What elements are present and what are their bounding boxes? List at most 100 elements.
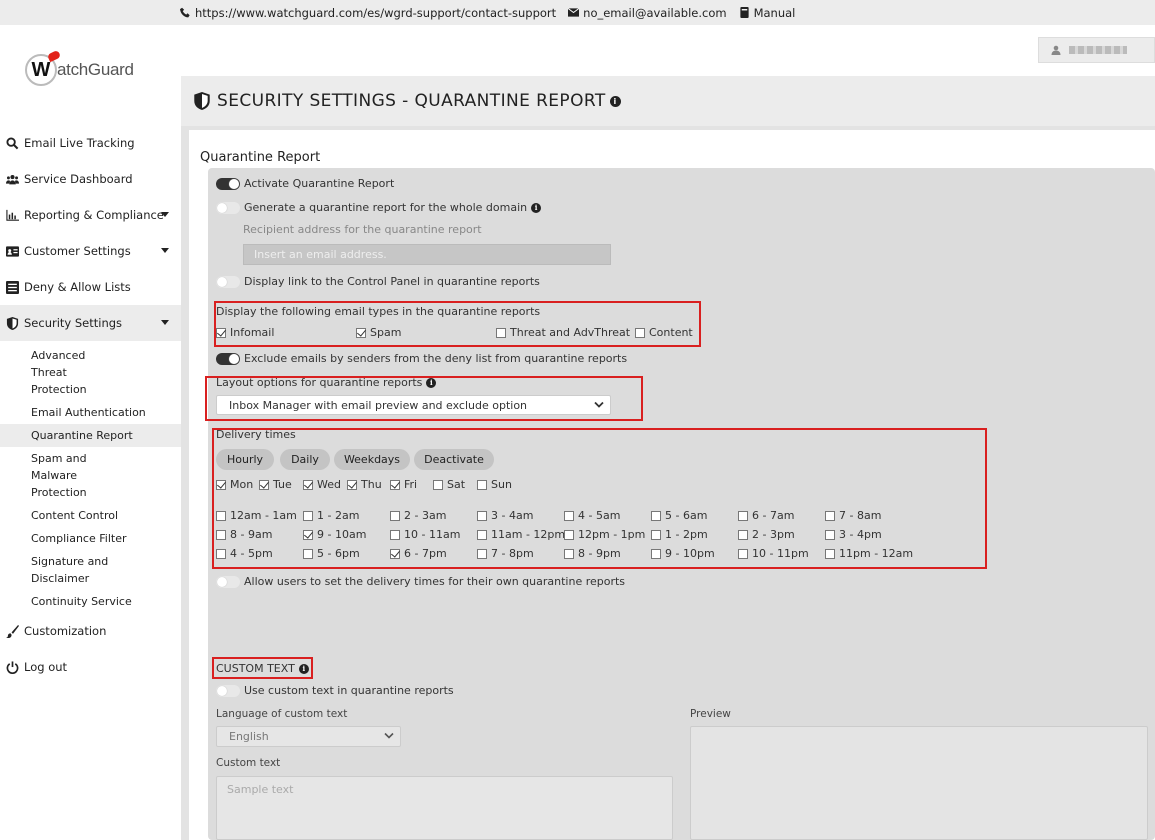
day-mon[interactable]: Mon <box>216 478 253 491</box>
email-type-threat[interactable]: Threat and AdvThreat <box>496 326 630 339</box>
time-checkbox[interactable] <box>651 529 661 540</box>
time-slot[interactable]: 6 - 7pm <box>390 547 447 560</box>
sidebar-sub-spam-malware-protection[interactable]: Spam and Malware Protection <box>0 447 120 504</box>
time-slot[interactable]: 7 - 8am <box>825 509 881 522</box>
time-slot[interactable]: 5 - 6am <box>651 509 707 522</box>
day-sat[interactable]: Sat <box>433 478 465 491</box>
time-slot[interactable]: 8 - 9pm <box>564 547 621 560</box>
time-checkbox[interactable] <box>825 548 835 559</box>
sidebar-item-deny-allow-lists[interactable]: Deny & Allow Lists <box>0 269 181 305</box>
time-checkbox[interactable] <box>390 548 400 559</box>
activate-toggle[interactable] <box>216 177 240 190</box>
sidebar-item-security-settings[interactable]: Security Settings <box>0 305 181 341</box>
day-fri[interactable]: Fri <box>390 478 417 491</box>
time-checkbox[interactable] <box>564 548 574 559</box>
time-slot[interactable]: 7 - 8pm <box>477 547 534 560</box>
day-tue[interactable]: Tue <box>259 478 292 491</box>
deactivate-button[interactable]: Deactivate <box>414 449 494 470</box>
time-slot[interactable]: 12am - 1am <box>216 509 297 522</box>
email-type-content[interactable]: Content <box>635 326 693 339</box>
time-slot[interactable]: 10 - 11pm <box>738 547 809 560</box>
content-checkbox[interactable] <box>635 327 645 338</box>
info-icon[interactable]: i <box>531 202 542 213</box>
day-checkbox[interactable] <box>390 479 400 490</box>
time-slot[interactable]: 12pm - 1pm <box>564 528 645 541</box>
daily-button[interactable]: Daily <box>280 449 330 470</box>
time-slot[interactable]: 2 - 3am <box>390 509 446 522</box>
recipient-input[interactable]: Insert an email address. <box>243 244 611 265</box>
sidebar-sub-signature-disclaimer[interactable]: Signature and Disclaimer <box>0 550 110 590</box>
time-checkbox[interactable] <box>477 510 487 521</box>
time-checkbox[interactable] <box>303 548 313 559</box>
day-checkbox[interactable] <box>303 479 313 490</box>
use-custom-text-toggle[interactable] <box>216 684 240 697</box>
whole-domain-toggle[interactable] <box>216 201 240 214</box>
day-checkbox[interactable] <box>216 479 226 490</box>
day-checkbox[interactable] <box>347 479 357 490</box>
time-checkbox[interactable] <box>825 529 835 540</box>
threat-checkbox[interactable] <box>496 327 506 338</box>
sidebar-sub-content-control[interactable]: Content Control <box>0 504 181 527</box>
time-slot[interactable]: 4 - 5pm <box>216 547 273 560</box>
support-link[interactable]: https://www.watchguard.com/es/wgrd-suppo… <box>180 6 556 20</box>
time-slot[interactable]: 10 - 11am <box>390 528 460 541</box>
time-slot[interactable]: 9 - 10pm <box>651 547 715 560</box>
sidebar-sub-email-authentication[interactable]: Email Authentication <box>0 401 181 424</box>
day-checkbox[interactable] <box>259 479 269 490</box>
time-checkbox[interactable] <box>825 510 835 521</box>
infomail-checkbox[interactable] <box>216 327 226 338</box>
time-checkbox[interactable] <box>564 510 574 521</box>
time-checkbox[interactable] <box>216 529 226 540</box>
time-slot[interactable]: 8 - 9am <box>216 528 272 541</box>
day-sun[interactable]: Sun <box>477 478 512 491</box>
time-checkbox[interactable] <box>651 510 661 521</box>
user-menu[interactable] <box>1038 37 1155 63</box>
time-checkbox[interactable] <box>477 548 487 559</box>
email-type-spam[interactable]: Spam <box>356 326 401 339</box>
email-link[interactable]: no_email@available.com <box>568 6 727 20</box>
time-checkbox[interactable] <box>564 529 574 540</box>
day-wed[interactable]: Wed <box>303 478 341 491</box>
time-slot[interactable]: 6 - 7am <box>738 509 794 522</box>
time-checkbox[interactable] <box>477 529 487 540</box>
time-slot[interactable]: 5 - 6pm <box>303 547 360 560</box>
exclude-deny-toggle[interactable] <box>216 352 240 365</box>
sidebar-sub-advanced-threat-protection[interactable]: Advanced Threat Protection <box>0 344 120 401</box>
email-type-infomail[interactable]: Infomail <box>216 326 274 339</box>
info-icon[interactable]: i <box>609 95 621 107</box>
spam-checkbox[interactable] <box>356 327 366 338</box>
manual-link[interactable]: Manual <box>739 6 795 20</box>
time-slot[interactable]: 4 - 5am <box>564 509 620 522</box>
time-slot[interactable]: 9 - 10am <box>303 528 366 541</box>
sidebar-sub-continuity-service[interactable]: Continuity Service <box>0 590 181 613</box>
time-checkbox[interactable] <box>216 510 226 521</box>
time-checkbox[interactable] <box>303 529 313 540</box>
time-slot[interactable]: 1 - 2am <box>303 509 359 522</box>
sidebar-item-log-out[interactable]: Log out <box>0 649 181 685</box>
day-checkbox[interactable] <box>477 479 487 490</box>
hourly-button[interactable]: Hourly <box>216 449 274 470</box>
layout-select[interactable]: Inbox Manager with email preview and exc… <box>216 395 611 415</box>
info-icon[interactable]: i <box>426 377 437 388</box>
sidebar-item-customization[interactable]: Customization <box>0 613 181 649</box>
watchguard-logo[interactable]: W atchGuard <box>25 50 155 90</box>
display-link-toggle[interactable] <box>216 275 240 288</box>
time-checkbox[interactable] <box>390 510 400 521</box>
allow-users-toggle[interactable] <box>216 575 240 588</box>
sidebar-item-customer-settings[interactable]: Customer Settings <box>0 233 181 269</box>
info-icon[interactable]: i <box>298 663 309 674</box>
time-slot[interactable]: 11pm - 12am <box>825 547 913 560</box>
time-checkbox[interactable] <box>738 510 748 521</box>
sidebar-sub-quarantine-report[interactable]: Quarantine Report <box>0 424 181 447</box>
time-slot[interactable]: 3 - 4pm <box>825 528 882 541</box>
sidebar-sub-compliance-filter[interactable]: Compliance Filter <box>0 527 181 550</box>
time-checkbox[interactable] <box>738 529 748 540</box>
sidebar-item-email-live-tracking[interactable]: Email Live Tracking <box>0 125 181 161</box>
time-checkbox[interactable] <box>216 548 226 559</box>
sidebar-item-reporting-compliance[interactable]: Reporting & Compliance <box>0 197 181 233</box>
sidebar-item-service-dashboard[interactable]: Service Dashboard <box>0 161 181 197</box>
weekdays-button[interactable]: Weekdays <box>334 449 410 470</box>
time-checkbox[interactable] <box>303 510 313 521</box>
time-slot[interactable]: 11am - 12pm <box>477 528 565 541</box>
time-slot[interactable]: 3 - 4am <box>477 509 533 522</box>
